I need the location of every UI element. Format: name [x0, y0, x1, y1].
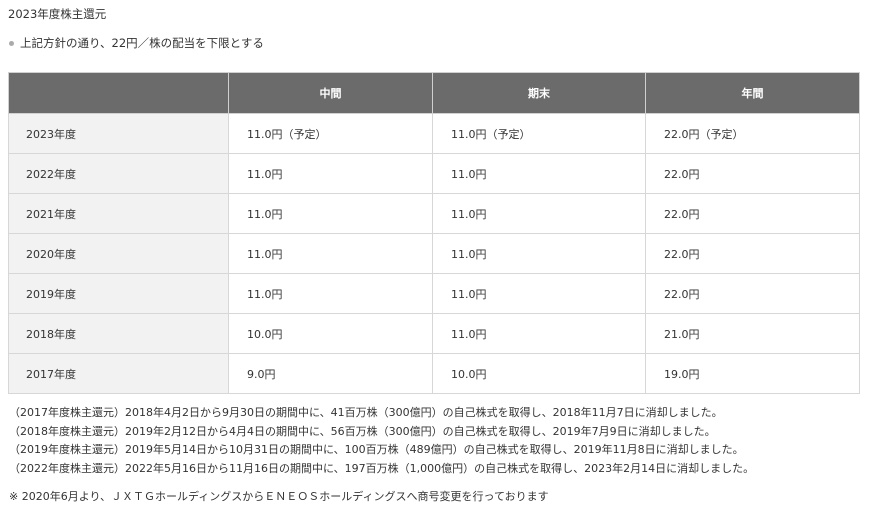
table-row: 2022年度 11.0円 11.0円 22.0円 — [8, 153, 860, 194]
note-line: （2019年度株主還元）2019年5月14日から10月31日の期間中に、100百… — [9, 443, 744, 457]
dividend-table: 中間 期末 年間 2023年度 11.0円（予定） 11.0円（予定） 22.0… — [8, 72, 860, 394]
bullet-icon — [9, 40, 14, 46]
interim-cell: 11.0円 — [228, 193, 433, 234]
year-cell: 2017年度 — [8, 353, 229, 394]
header-cell-interim: 中間 — [228, 72, 433, 114]
annual-cell: 22.0円 — [645, 233, 860, 274]
annual-cell: 22.0円（予定） — [645, 113, 860, 154]
footnote: ※ 2020年6月より、ＪＸＴＧホールディングスからＥＮＥＯＳホールディングスへ… — [9, 490, 549, 503]
table-row: 2018年度 10.0円 11.0円 21.0円 — [8, 313, 860, 354]
interim-cell: 11.0円 — [228, 233, 433, 274]
year-end-cell: 11.0円 — [432, 273, 646, 314]
interim-cell: 11.0円（予定） — [228, 113, 433, 154]
interim-cell: 11.0円 — [228, 273, 433, 314]
table-row: 2017年度 9.0円 10.0円 19.0円 — [8, 353, 860, 394]
year-end-cell: 10.0円 — [432, 353, 646, 394]
header-cell-annual: 年間 — [645, 72, 860, 114]
annual-cell: 22.0円 — [645, 193, 860, 234]
interim-cell: 9.0円 — [228, 353, 433, 394]
year-end-cell: 11.0円 — [432, 233, 646, 274]
table-row: 2019年度 11.0円 11.0円 22.0円 — [8, 273, 860, 314]
header-cell-year-end: 期末 — [432, 72, 646, 114]
year-end-cell: 11.0円（予定） — [432, 113, 646, 154]
interim-cell: 11.0円 — [228, 153, 433, 194]
annual-cell: 21.0円 — [645, 313, 860, 354]
year-end-cell: 11.0円 — [432, 153, 646, 194]
note-line: （2022年度株主還元）2022年5月16日から11月16日の期間中に、197百… — [9, 461, 755, 475]
note-line: （2017年度株主還元）2018年4月2日から9月30日の期間中に、41百万株（… — [9, 406, 723, 419]
table-row: 2021年度 11.0円 11.0円 22.0円 — [8, 193, 860, 234]
annual-cell: 22.0円 — [645, 273, 860, 314]
header-cell-empty — [8, 72, 229, 114]
year-cell: 2018年度 — [8, 313, 229, 354]
annual-cell: 19.0円 — [645, 353, 860, 394]
year-cell: 2019年度 — [8, 273, 229, 314]
year-cell: 2021年度 — [8, 193, 229, 234]
section-title: 2023年度株主還元 — [8, 7, 107, 21]
table-row: 2023年度 11.0円（予定） 11.0円（予定） 22.0円（予定） — [8, 113, 860, 154]
policy-note: 上記方針の通り、22円／株の配当を下限とする — [8, 35, 264, 51]
year-cell: 2020年度 — [8, 233, 229, 274]
annual-cell: 22.0円 — [645, 153, 860, 194]
note-line: （2018年度株主還元）2019年2月12日から4月4日の期間中に、56百万株（… — [9, 424, 716, 438]
buyback-notes: （2017年度株主還元）2018年4月2日から9月30日の期間中に、41百万株（… — [9, 404, 754, 478]
year-cell: 2023年度 — [8, 113, 229, 154]
year-end-cell: 11.0円 — [432, 193, 646, 234]
year-end-cell: 11.0円 — [432, 313, 646, 354]
year-cell: 2022年度 — [8, 153, 229, 194]
table-row: 2020年度 11.0円 11.0円 22.0円 — [8, 233, 860, 274]
table-header-row: 中間 期末 年間 — [8, 72, 860, 114]
policy-note-text: 上記方針の通り、22円／株の配当を下限とする — [20, 36, 264, 50]
interim-cell: 10.0円 — [228, 313, 433, 354]
